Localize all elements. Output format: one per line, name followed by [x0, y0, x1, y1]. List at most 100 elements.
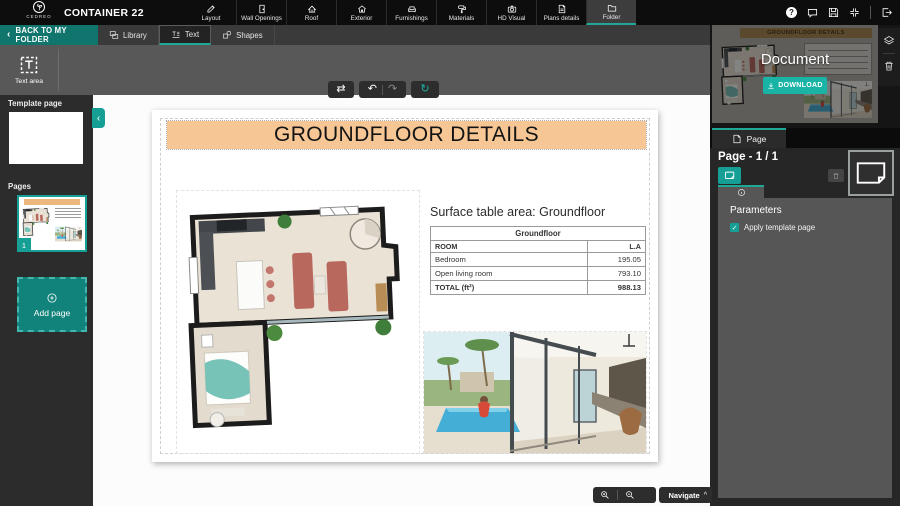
tab-furnishings[interactable]: Furnishings [386, 0, 436, 25]
paint-roller-icon [457, 5, 466, 13]
thumb-table-lines [55, 208, 81, 219]
table-row: Bedroom 195.05 [430, 252, 646, 267]
door-icon [258, 4, 265, 13]
tab-roof[interactable]: Roof [286, 0, 336, 25]
camera-icon [507, 5, 516, 12]
redo-icon[interactable]: ↷ [383, 84, 402, 95]
header-divider [870, 6, 871, 19]
thumb-title-banner [24, 199, 80, 205]
top-bar: CEDREO CONTAINER 22 Layout Wall Openings… [0, 0, 900, 25]
document-label: Document [760, 51, 830, 68]
plus-circle-icon [47, 292, 57, 303]
page-icon [733, 134, 741, 144]
trash-small-icon [833, 172, 839, 179]
table-row: Open living room 793.10 [430, 266, 646, 281]
page-indicator: Page - 1 / 1 [718, 151, 779, 163]
help-icon[interactable]: ? [786, 7, 797, 18]
roof-icon [307, 5, 316, 12]
tab-materials[interactable]: Materials [436, 0, 486, 25]
info-icon [737, 189, 745, 196]
right-panel: GROUNDFLOOR DETAILS Document DOWNLOAD Pa… [710, 25, 900, 506]
tab-shapes[interactable]: Shapes [211, 25, 275, 45]
info-tab[interactable] [718, 185, 764, 198]
swap-icon: ⇄ [336, 83, 346, 95]
layers-icon[interactable] [883, 35, 895, 47]
text-area-tool[interactable]: Text area [7, 48, 51, 92]
page-settings-panel: Page - 1 / 1 Parameters ✓ Apply template… [710, 148, 900, 506]
tab-layout[interactable]: Layout [186, 0, 236, 25]
parameters-label: Parameters [730, 205, 782, 216]
sub-nav: ‹ BACK TO MY FOLDER Library Text Shapes [0, 25, 710, 45]
right-panel-tab-bar: Page [710, 128, 900, 148]
zoom-in-icon [601, 491, 609, 499]
surface-table-heading: Surface table area: Groundfloor [430, 205, 606, 219]
delete-page-button[interactable] [828, 169, 844, 182]
preview-overlay [712, 25, 878, 123]
chevron-left-icon: ‹ [7, 29, 11, 40]
floor-plan-image [177, 191, 419, 453]
tab-text[interactable]: Text [158, 25, 212, 45]
zoom-out-button[interactable] [618, 490, 642, 500]
page-number-badge: 1 [17, 238, 31, 252]
parameters-panel: Parameters ✓ Apply template page [718, 198, 892, 498]
sidebar-collapse-button[interactable]: ‹ [92, 108, 105, 128]
pencil-icon [207, 4, 215, 12]
tab-hd-visual[interactable]: HD Visual [486, 0, 536, 25]
surface-table[interactable]: Groundfloor ROOM L.A Bedroom 195.05 Open… [430, 226, 646, 295]
floor-plan-block[interactable] [176, 190, 420, 454]
navigate-button[interactable]: Navigate ^ [659, 487, 712, 503]
apply-template-label: Apply template page [744, 223, 816, 232]
back-to-folder-button[interactable]: ‹ BACK TO MY FOLDER [0, 25, 98, 45]
duplicate-page-button[interactable] [718, 167, 741, 184]
interior-photo-block[interactable] [423, 331, 647, 454]
header-icon-group: ? [786, 0, 892, 25]
tab-library[interactable]: Library [98, 25, 159, 45]
template-page-label: Template page [8, 99, 63, 108]
add-page-button[interactable]: Add page [17, 277, 87, 332]
landscape-page-icon [856, 162, 886, 184]
tab-page[interactable]: Page [712, 128, 786, 148]
house-icon [357, 4, 366, 12]
tab-wall-openings[interactable]: Wall Openings [236, 0, 286, 25]
folder-icon [607, 4, 616, 11]
page-title-banner[interactable]: GROUNDFLOOR DETAILS [166, 120, 647, 150]
tool-row: Text area [0, 45, 710, 95]
zoom-in-button[interactable] [593, 490, 617, 500]
zoom-controls [593, 487, 656, 503]
tab-folder[interactable]: Folder [586, 0, 636, 25]
table-total-row: TOTAL (ft²) 988.13 [430, 280, 646, 295]
cedreo-logo: CEDREO [22, 1, 56, 24]
pages-label: Pages [8, 182, 31, 191]
page-1-thumbnail[interactable]: 1 [17, 195, 87, 252]
refresh-icon: ↻ [420, 83, 430, 95]
page-orientation-selector[interactable] [848, 150, 894, 196]
document-canvas[interactable]: GROUNDFLOOR DETAILS Surface table area: … [93, 95, 710, 506]
project-title: CONTAINER 22 [64, 7, 144, 19]
table-columns-row: ROOM L.A [430, 240, 646, 253]
download-button[interactable]: DOWNLOAD [763, 77, 827, 94]
trash-icon[interactable] [883, 60, 895, 72]
document-preview[interactable]: GROUNDFLOOR DETAILS Document DOWNLOAD [712, 25, 878, 123]
tab-exterior[interactable]: Exterior [336, 0, 386, 25]
shapes-icon [223, 30, 232, 39]
shrink-icon[interactable] [849, 7, 860, 18]
tab-plans-details[interactable]: Plans details [536, 0, 586, 25]
save-icon[interactable] [828, 7, 839, 18]
comment-icon[interactable] [807, 7, 818, 18]
text-area-icon [20, 56, 38, 74]
apply-template-checkbox[interactable]: ✓ [730, 223, 739, 232]
cedreo-logo-text: CEDREO [26, 14, 52, 19]
thumb-photo [55, 225, 82, 243]
exit-icon[interactable] [881, 7, 892, 18]
zoom-out-icon [626, 491, 634, 499]
undo-icon[interactable]: ↶ [363, 84, 382, 95]
swap-button[interactable]: ⇄ [328, 81, 354, 98]
refresh-button[interactable]: ↻ [411, 81, 439, 98]
library-icon [109, 31, 119, 39]
undo-redo-group: ↶ ↷ [359, 81, 406, 98]
document-page[interactable]: GROUNDFLOOR DETAILS Surface table area: … [152, 110, 658, 462]
tool-divider [58, 49, 59, 91]
preview-side-toolbar [878, 28, 900, 86]
caret-up-icon: ^ [703, 491, 707, 499]
template-page-thumbnail[interactable] [9, 112, 83, 164]
